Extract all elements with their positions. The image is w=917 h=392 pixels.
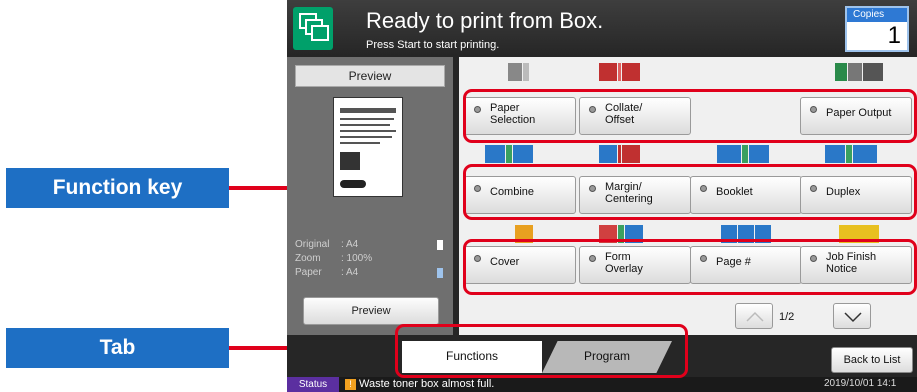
- page-indicator: 1/2: [779, 311, 795, 323]
- paper-info: Paper: A4: [295, 267, 359, 278]
- tab-highlight: [395, 324, 688, 378]
- preview-panel: Preview Original: A4 Zoom: 100% Paper: A…: [287, 57, 453, 335]
- function-key-callout: Function key: [6, 168, 229, 208]
- margin-icon: [599, 145, 641, 163]
- page-up-button[interactable]: [735, 303, 773, 329]
- tab-callout: Tab: [6, 328, 229, 368]
- chevron-down-icon: [844, 312, 862, 323]
- copies-value: 1: [887, 22, 901, 49]
- function-key-row-3-highlight: [463, 239, 917, 295]
- booklet-icon: [717, 145, 770, 163]
- header-title: Ready to print from Box.: [366, 8, 604, 33]
- paper-output-icon: [835, 63, 884, 81]
- function-key-row-2-highlight: [463, 164, 917, 220]
- copies-label: Copies: [847, 8, 907, 22]
- screen-header: Ready to print from Box. Press Start to …: [287, 0, 917, 56]
- page-thumbnail: [333, 97, 403, 197]
- status-datetime: 2019/10/01 14:1: [824, 378, 897, 389]
- page-down-button[interactable]: [833, 303, 871, 329]
- status-bar: Status ! Waste toner box almost full. 20…: [287, 377, 917, 392]
- function-key-row-1-highlight: [463, 89, 917, 143]
- paper-selection-icon: [508, 63, 530, 81]
- zoom-info: Zoom: 100%: [295, 253, 373, 264]
- paper-orientation-icon: [437, 268, 443, 278]
- duplex-icon: [825, 145, 878, 163]
- original-orientation-icon: [437, 240, 443, 250]
- chevron-up-icon: [746, 311, 764, 322]
- status-message: Waste toner box almost full.: [359, 378, 495, 390]
- copies-field[interactable]: Copies 1: [845, 6, 909, 52]
- original-info: Original: A4: [295, 239, 359, 250]
- document-box-icon: [293, 7, 333, 50]
- collate-icon: [599, 63, 641, 81]
- warning-icon: !: [345, 379, 356, 390]
- combine-icon: [485, 145, 534, 163]
- header-subtitle: Press Start to start printing.: [366, 39, 500, 51]
- preview-button[interactable]: Preview: [303, 297, 439, 325]
- preview-title: Preview: [295, 65, 445, 87]
- status-button[interactable]: Status: [287, 377, 339, 392]
- back-to-list-button[interactable]: Back to List: [831, 347, 913, 373]
